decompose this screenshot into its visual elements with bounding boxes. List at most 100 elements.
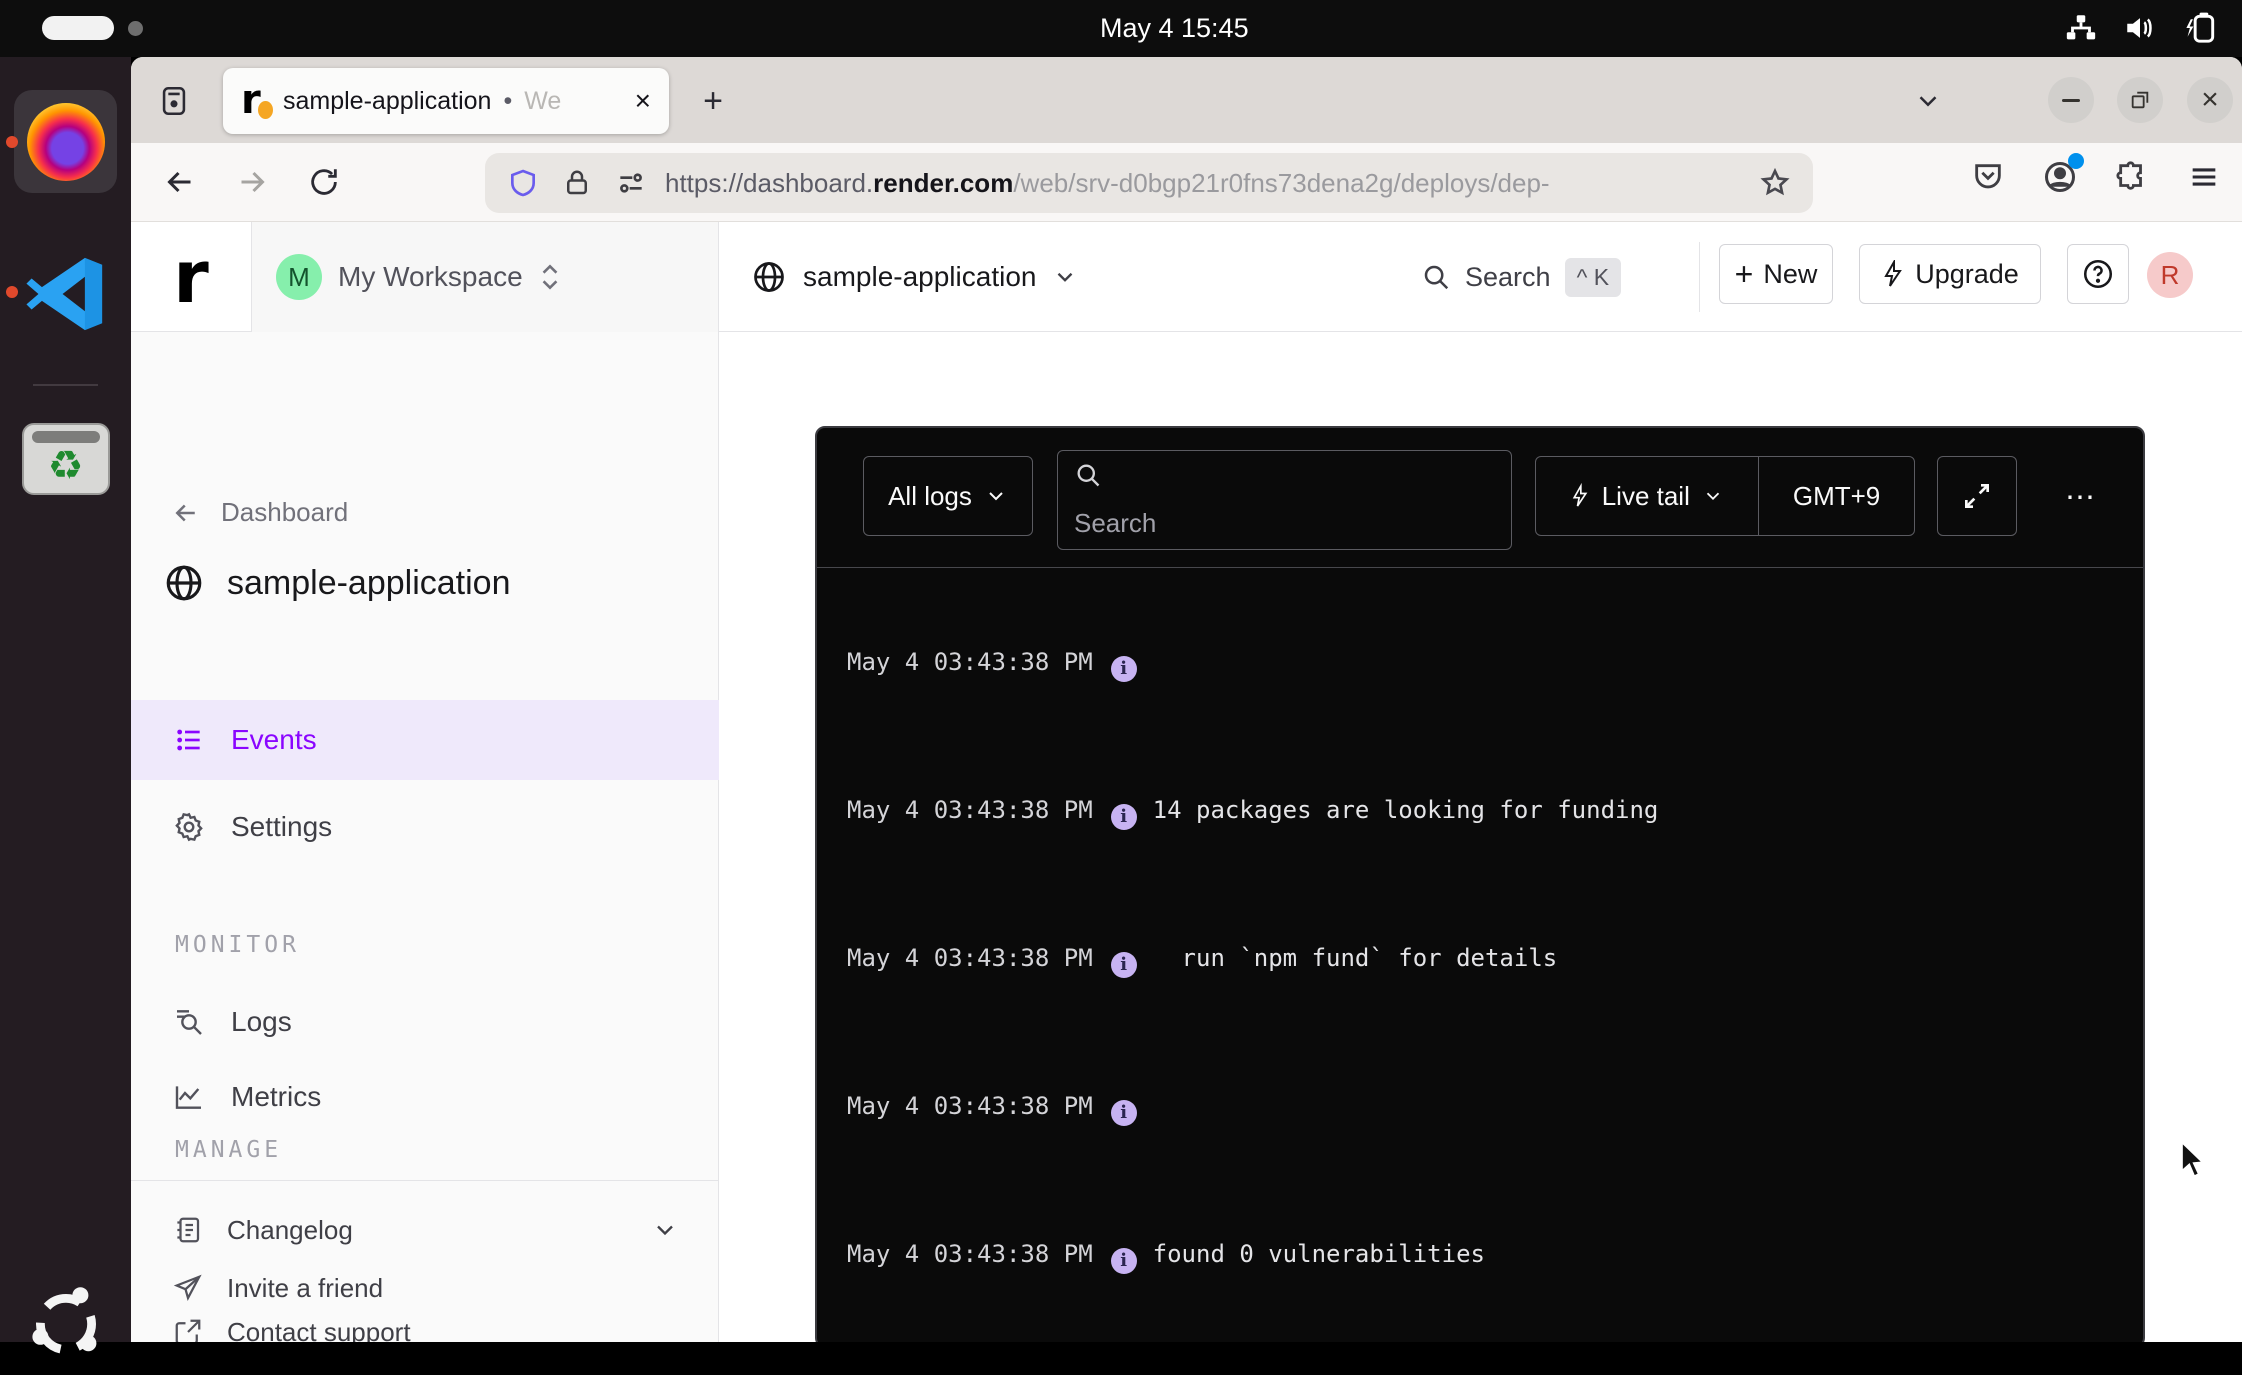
arrow-left-icon	[171, 498, 201, 528]
new-button-label: New	[1763, 259, 1817, 290]
user-avatar[interactable]: R	[2147, 252, 2193, 298]
sidebar-item-changelog[interactable]: Changelog	[131, 1202, 719, 1258]
menu-hamburger-icon[interactable]	[2184, 157, 2224, 197]
log-message: found 0 vulnerabilities	[1153, 1240, 1485, 1268]
vscode-running-dot	[6, 286, 18, 298]
service-name: sample-application	[803, 261, 1036, 293]
timezone-label: GMT+9	[1793, 481, 1880, 512]
os-clock[interactable]: May 4 15:45	[1100, 13, 1249, 44]
events-list-icon	[173, 724, 205, 756]
render-dashboard: r M My Workspace sample-application Sear…	[131, 222, 2242, 1342]
url-bar[interactable]: https://dashboard.render.com/web/srv-d0b…	[485, 153, 1813, 213]
log-list[interactable]: May 4 03:43:38 PMi May 4 03:43:38 PMi14 …	[817, 568, 2145, 1342]
workspace-name: My Workspace	[338, 261, 523, 293]
changelog-icon	[173, 1215, 203, 1245]
log-row[interactable]: May 4 03:43:38 PMifound 0 vulnerabilitie…	[847, 1238, 2103, 1274]
search-shortcut-badge: ^ K	[1565, 258, 1622, 297]
window-maximize-button[interactable]	[2117, 77, 2163, 123]
workspace-indicator-pill[interactable]	[42, 16, 114, 40]
dock-vscode-button[interactable]	[14, 242, 117, 345]
log-message: run `npm fund` for details	[1153, 944, 1558, 972]
back-label: Dashboard	[221, 497, 348, 528]
workspace-selector[interactable]: M My Workspace	[252, 222, 719, 332]
dock-divider	[33, 384, 98, 386]
account-icon[interactable]	[2040, 157, 2080, 197]
sidebar-back-dashboard[interactable]: Dashboard	[171, 497, 348, 528]
sidebar-item-events[interactable]: Events	[131, 700, 719, 780]
browser-toolbar: https://dashboard.render.com/web/srv-d0b…	[131, 143, 2242, 222]
window-minimize-button[interactable]	[2048, 77, 2094, 123]
back-button[interactable]	[155, 157, 205, 207]
log-text: run `npm fund` for details	[1153, 944, 1558, 972]
sidebar-item-metrics[interactable]: Metrics	[131, 1057, 719, 1137]
log-filter-dropdown[interactable]: All logs	[863, 456, 1033, 536]
info-icon: i	[1111, 804, 1137, 830]
sidebar-service-title[interactable]: sample-application	[163, 562, 511, 604]
header-divider	[1699, 242, 1700, 312]
network-tree-icon[interactable]	[2064, 11, 2098, 45]
browser-tab[interactable]: r sample-application • We ×	[223, 68, 669, 134]
help-button[interactable]	[2067, 244, 2129, 304]
log-filter-label: All logs	[888, 481, 972, 512]
service-selector[interactable]: sample-application	[751, 222, 1078, 332]
new-button[interactable]: + New	[1719, 244, 1833, 304]
bookmark-star-icon[interactable]	[1755, 163, 1795, 203]
pocket-icon[interactable]	[1968, 157, 2008, 197]
expand-logs-button[interactable]	[1937, 456, 2017, 536]
bolt-icon	[1570, 483, 1590, 509]
dock-firefox-button[interactable]	[14, 90, 117, 193]
chevron-down-icon	[984, 484, 1008, 508]
sidebar-divider	[131, 1180, 719, 1181]
contact-support-label: Contact support	[227, 1317, 411, 1343]
upgrade-button[interactable]: Upgrade	[1859, 244, 2041, 304]
new-tab-button[interactable]: +	[691, 79, 735, 123]
mouse-cursor	[2178, 1140, 2212, 1185]
tracking-shield-icon[interactable]	[503, 163, 543, 203]
log-row[interactable]: May 4 03:43:38 PMi	[847, 1090, 2103, 1126]
log-row[interactable]: May 4 03:43:38 PM i	[847, 646, 2103, 682]
dock-trash-button[interactable]: ♻	[14, 407, 117, 510]
window-close-button[interactable]: ×	[2187, 77, 2233, 123]
log-timestamp: May 4 03:43:38 PM	[847, 648, 1093, 676]
global-search-button[interactable]: Search ^ K	[1421, 222, 1621, 332]
changelog-label: Changelog	[227, 1215, 353, 1246]
log-row[interactable]: May 4 03:43:38 PMi run `npm fund` for de…	[847, 942, 2103, 978]
log-row[interactable]: May 4 03:43:38 PMi14 packages are lookin…	[847, 794, 2103, 830]
firefox-view-button[interactable]	[151, 78, 197, 124]
render-favicon: r	[241, 85, 271, 117]
reload-button[interactable]	[299, 157, 349, 207]
settings-label: Settings	[231, 811, 332, 843]
info-icon: i	[1111, 1100, 1137, 1126]
sidebar-item-logs[interactable]: Logs	[131, 982, 719, 1062]
url-text[interactable]: https://dashboard.render.com/web/srv-d0b…	[665, 168, 1741, 199]
chevron-down-icon	[1702, 485, 1724, 507]
permissions-icon[interactable]	[611, 163, 651, 203]
tab-close-button[interactable]: ×	[635, 87, 651, 115]
browser-window: r sample-application • We × + ×	[131, 57, 2242, 1342]
battery-icon[interactable]	[2182, 10, 2220, 46]
sidebar-service-name: sample-application	[227, 564, 511, 603]
chevron-down-icon[interactable]	[651, 1216, 679, 1244]
globe-icon	[751, 259, 787, 295]
timezone-button[interactable]: GMT+9	[1771, 457, 1902, 535]
info-icon: i	[1111, 656, 1137, 682]
sidebar-item-contact-support[interactable]: Contact support	[131, 1304, 719, 1342]
volume-icon[interactable]	[2122, 11, 2158, 45]
metrics-label: Metrics	[231, 1081, 321, 1113]
log-search-input[interactable]: Search	[1057, 450, 1512, 550]
live-tail-button[interactable]: Live tail	[1548, 457, 1746, 535]
workspace-avatar: M	[276, 254, 322, 300]
log-timestamp: May 4 03:43:38 PM	[847, 1240, 1093, 1268]
external-link-icon	[173, 1317, 203, 1342]
more-options-button[interactable]: ⋯	[2065, 480, 2097, 515]
tab-list-chevron-button[interactable]	[1906, 81, 1950, 121]
log-message: 14 packages are looking for funding	[1153, 796, 1659, 824]
invite-label: Invite a friend	[227, 1273, 383, 1304]
lock-icon[interactable]	[557, 163, 597, 203]
extensions-puzzle-icon[interactable]	[2112, 157, 2152, 197]
render-logo[interactable]: r	[131, 222, 252, 332]
dock-ubuntu-button[interactable]	[14, 1272, 117, 1375]
sidebar-item-settings[interactable]: Settings	[131, 787, 719, 867]
forward-button[interactable]	[227, 157, 277, 207]
workspace-indicator-dot[interactable]	[128, 21, 143, 36]
